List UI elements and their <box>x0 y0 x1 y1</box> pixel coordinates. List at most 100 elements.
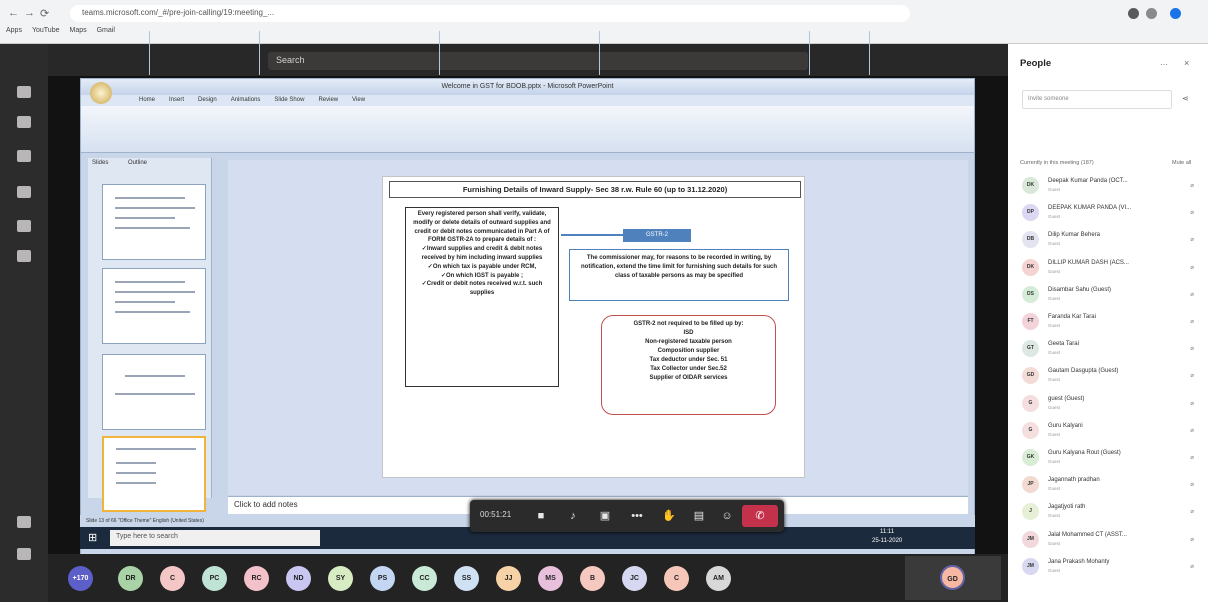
participant-avatar[interactable]: C <box>664 566 689 591</box>
share-invite-icon[interactable]: ⋖ <box>1182 94 1189 103</box>
slide-title: Furnishing Details of Inward Supply- Sec… <box>389 181 801 198</box>
participant-row[interactable]: DK Deepak Kumar Panda (OCT... Guest ⌀ <box>1020 174 1208 200</box>
profile-icon[interactable] <box>1170 8 1181 19</box>
participant-avatar[interactable]: JC <box>622 566 647 591</box>
participant-avatar[interactable]: AM <box>706 566 731 591</box>
participant-row[interactable]: GK Guru Kalyana Rout (Guest) Guest ⌀ <box>1020 446 1208 472</box>
help-icon[interactable] <box>17 548 31 560</box>
in-meeting-header[interactable]: Currently in this meeting (187) <box>1020 160 1094 166</box>
bookmark-apps[interactable]: Apps <box>6 27 22 34</box>
extension-icon[interactable] <box>1128 8 1139 19</box>
forward-icon[interactable]: → <box>24 7 35 19</box>
star-icon[interactable] <box>1146 8 1157 19</box>
current-slide: Furnishing Details of Inward Supply- Sec… <box>382 176 805 478</box>
calls-icon[interactable] <box>17 220 31 232</box>
participant-avatar[interactable]: PS <box>370 566 395 591</box>
participant-row[interactable]: GD Gautam Dasgupta (Guest) Guest ⌀ <box>1020 364 1208 390</box>
tab-view[interactable]: View <box>352 97 365 106</box>
participant-avatar[interactable]: DR <box>118 566 143 591</box>
participant-avatar[interactable]: C <box>160 566 185 591</box>
slide-thumbnail-selected[interactable] <box>102 436 206 512</box>
participant-name: Dilip Kumar Behera <box>1048 232 1101 239</box>
raise-hand-icon[interactable]: ✋ <box>662 509 676 523</box>
participant-avatar[interactable]: CC <box>412 566 437 591</box>
tab-slides-panel[interactable]: Slides <box>92 160 108 166</box>
bookmark-youtube[interactable]: YouTube <box>32 27 60 34</box>
participant-avatar: JM <box>1022 557 1039 575</box>
participant-row[interactable]: JM Jalal Mohammed CT (ASST... Guest ⌀ <box>1020 528 1208 554</box>
files-icon[interactable] <box>17 250 31 262</box>
activity-icon[interactable] <box>17 86 31 98</box>
chat-icon[interactable] <box>17 116 31 128</box>
mic-muted-icon: ⌀ <box>1190 319 1194 325</box>
participant-avatar[interactable]: SY <box>328 566 353 591</box>
participant-avatar[interactable]: MS <box>538 566 563 591</box>
camera-icon[interactable]: ■ <box>534 509 548 523</box>
tab-animations[interactable]: Animations <box>231 97 261 106</box>
participant-avatar[interactable]: SS <box>454 566 479 591</box>
microphone-icon[interactable]: ♪ <box>566 509 580 523</box>
participants-icon[interactable]: ☺ <box>720 509 734 523</box>
tab-slide-show[interactable]: Slide Show <box>274 97 304 106</box>
participant-avatar[interactable]: RC <box>244 566 269 591</box>
participant-avatar: DS <box>1022 285 1039 303</box>
participant-role: Guest <box>1048 187 1061 192</box>
share-screen-icon[interactable]: ▣ <box>598 509 612 523</box>
more-actions-icon[interactable]: ••• <box>630 509 644 523</box>
tab-design[interactable]: Design <box>198 97 217 106</box>
participant-avatar: DK <box>1022 177 1039 194</box>
close-icon[interactable]: × <box>1184 58 1189 68</box>
tab-home[interactable]: Home <box>139 97 155 106</box>
address-bar[interactable]: teams.microsoft.com/_#/pre-join-calling/… <box>70 5 910 22</box>
participant-role: Guest <box>1048 513 1061 519</box>
participant-row[interactable]: DK DILLIP KUMAR DASH (ACS... Guest ⌀ <box>1020 256 1208 282</box>
participant-name: Guru Kalyana Rout (Guest) <box>1048 450 1121 456</box>
reload-icon[interactable]: ⟳ <box>40 7 49 20</box>
box-c-line: Supplier of OIDAR services <box>649 375 728 381</box>
back-icon[interactable]: ← <box>8 7 19 19</box>
overflow-participants[interactable]: +170 <box>68 566 93 591</box>
tab-outline-panel[interactable]: Outline <box>128 160 147 166</box>
participant-role: Guest <box>1048 241 1061 247</box>
participant-row[interactable]: JP Jagannath pradhan Guest ⌀ <box>1020 473 1208 499</box>
participant-row[interactable]: G Guru Kalyani Guest ⌀ <box>1020 419 1208 445</box>
slide-thumbnail[interactable] <box>102 268 206 344</box>
participant-avatar[interactable]: ND <box>286 566 311 591</box>
ppt-title: Welcome in GST for BDOB.pptx - Microsoft… <box>81 79 974 95</box>
invite-input[interactable]: Invite someone <box>1022 90 1172 109</box>
slide-thumbnail[interactable] <box>102 184 206 260</box>
box-a-line: ✓On which tax is payable under RCM, <box>427 263 537 270</box>
participant-avatar: G <box>1022 421 1039 439</box>
participant-row[interactable]: GT Geeta Tarai Guest ⌀ <box>1020 337 1208 363</box>
bookmark-maps[interactable]: Maps <box>69 27 86 34</box>
verification-box: Every registered person shall verify, va… <box>405 207 559 387</box>
office-button-icon[interactable] <box>90 82 112 104</box>
tab-review[interactable]: Review <box>318 97 338 106</box>
windows-start-icon[interactable]: ⊞ <box>88 531 97 544</box>
taskbar-search[interactable]: Type here to search <box>110 530 320 546</box>
chat-panel-icon[interactable]: ▤ <box>692 509 706 523</box>
participant-row[interactable]: FT Faranda Kar Tarai Guest ⌀ <box>1020 310 1208 336</box>
teams-icon[interactable] <box>17 150 31 162</box>
participant-avatar: DB <box>1022 231 1039 249</box>
tab-insert[interactable]: Insert <box>169 97 184 106</box>
apps-icon[interactable] <box>17 516 31 528</box>
participant-avatar[interactable]: JJ <box>496 566 521 591</box>
participant-row[interactable]: DB Dilip Kumar Behera Guest ⌀ <box>1020 228 1208 254</box>
participant-row[interactable]: JM Jana Prakash Mohanty Guest ⌀ <box>1020 555 1208 581</box>
hang-up-button[interactable]: ✆ <box>742 505 778 527</box>
slide-thumbnail[interactable] <box>102 354 206 430</box>
participant-row[interactable]: DS Disambar Sahu (Guest) Guest ⌀ <box>1020 283 1208 309</box>
participant-avatar[interactable]: B <box>580 566 605 591</box>
mute-all-link[interactable]: Mute all <box>1172 160 1191 166</box>
participant-avatar: GK <box>1022 449 1039 466</box>
participant-avatar[interactable]: PC <box>202 566 227 591</box>
self-avatar[interactable]: GD <box>940 565 965 590</box>
gstr2-label: GSTR-2 <box>623 229 691 242</box>
participant-row[interactable]: G guest (Guest) Guest ⌀ <box>1020 392 1208 418</box>
participant-avatar: G <box>1022 394 1039 412</box>
participant-row[interactable]: DP DEEPAK KUMAR PANDA (VI... Guest ⌀ <box>1020 201 1208 227</box>
more-options-icon[interactable]: ··· <box>1160 60 1168 69</box>
participant-row[interactable]: J Jagatjyoti rath Guest ⌀ <box>1020 500 1208 526</box>
calendar-icon[interactable] <box>17 186 31 198</box>
